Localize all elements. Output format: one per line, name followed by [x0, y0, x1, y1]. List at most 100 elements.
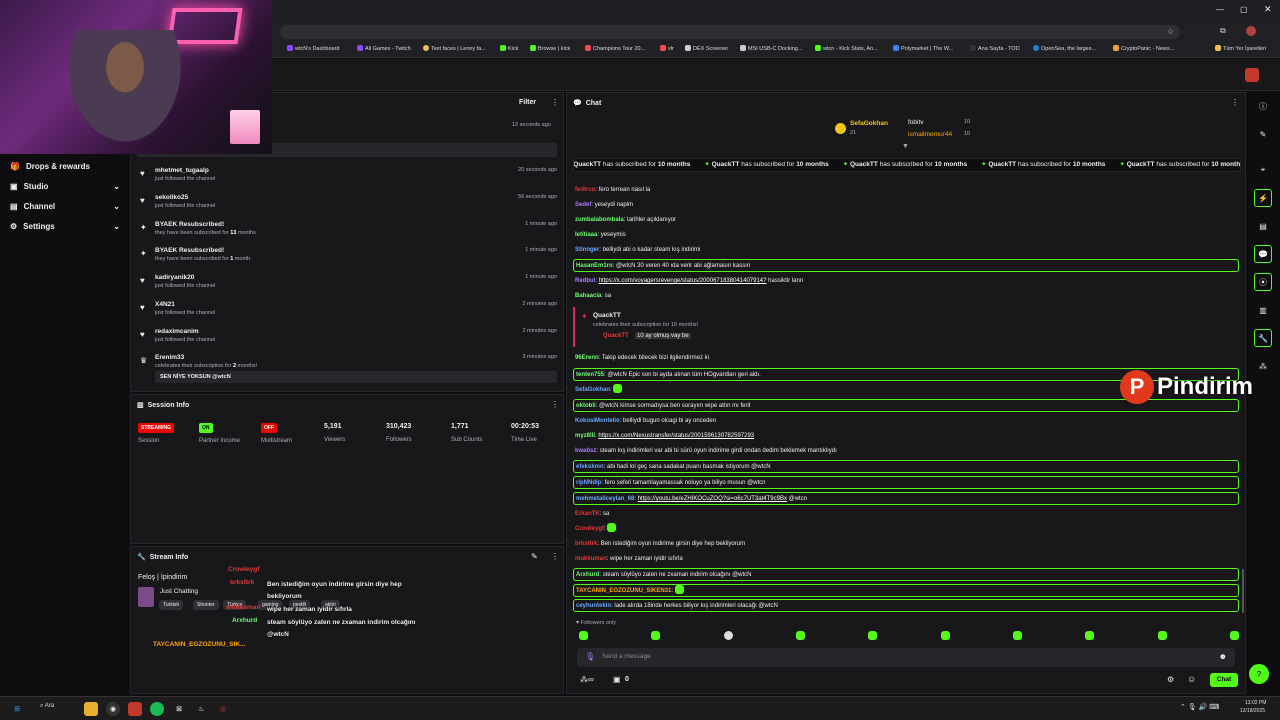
bank-icon[interactable]: ▥ — [1254, 301, 1272, 319]
help-chat-icon[interactable]: ? — [1249, 664, 1269, 684]
gift-icon[interactable]: ▣ — [613, 675, 621, 684]
bookmark-item[interactable]: CryptoPanic - News... — [1113, 45, 1174, 52]
sidebar-item-channel[interactable]: ▤ Channel ⌄ — [10, 202, 120, 211]
emoji-icon[interactable]: ☻ — [1219, 652, 1227, 661]
emote-icon[interactable] — [1012, 631, 1022, 640]
chat-username[interactable]: Redbul — [575, 278, 595, 284]
extensions-icon[interactable]: ⧉ — [1220, 26, 1226, 36]
scrollbar[interactable] — [1242, 569, 1244, 613]
stream-tag[interactable]: Shooter — [193, 600, 219, 610]
sidebar-item-settings[interactable]: ⚙ Settings ⌄ — [10, 222, 120, 231]
bookmark-item[interactable]: vlr — [660, 45, 674, 52]
chat-username[interactable]: Crowleygf — [575, 526, 604, 532]
valorant-icon[interactable]: ◎ — [216, 702, 230, 716]
profile-avatar[interactable] — [1246, 26, 1256, 36]
all-bookmarks[interactable]: Tüm Yer İşaretleri — [1215, 45, 1266, 52]
bookmark-item[interactable]: All Games - Twitch — [357, 45, 411, 52]
points-icon[interactable]: ⁂∞ — [580, 675, 594, 684]
bookmark-item[interactable]: Text faces | Lenny fa... — [423, 45, 486, 52]
bookmark-item[interactable]: wtcn - Kick Stats, An... — [815, 45, 878, 52]
lightning-icon[interactable]: ⚡ — [1254, 189, 1272, 207]
minimize-icon[interactable]: — — [1216, 5, 1224, 14]
broadcast-icon[interactable]: ⦿ — [1254, 273, 1272, 291]
chat-username[interactable]: tenten755 — [576, 372, 604, 378]
send-chat-button[interactable]: Chat — [1210, 673, 1238, 687]
bookmark-item[interactable]: Polymarket | The W... — [893, 45, 953, 52]
close-icon[interactable]: ✕ — [1264, 4, 1272, 15]
sidebar-item-studio[interactable]: ▣ Studio ⌄ — [10, 182, 120, 191]
bookmark-item[interactable]: wtcN's Dashboard — [287, 45, 339, 52]
more-icon[interactable]: ⋮ — [551, 98, 559, 107]
chat-username[interactable]: kwabsz — [575, 448, 596, 454]
emote-icon[interactable] — [940, 631, 950, 640]
pencil-icon[interactable]: ✎ — [1254, 125, 1272, 143]
filter-button[interactable]: Filter — [519, 99, 536, 106]
chrome-icon[interactable]: ◉ — [106, 702, 120, 716]
chat-username[interactable]: letitiaaa — [575, 232, 597, 238]
emote-icon[interactable] — [1229, 631, 1239, 640]
chat-username[interactable]: mukkuman — [575, 556, 607, 562]
spotify-icon[interactable] — [150, 702, 164, 716]
chat-username[interactable]: zumbalabombala — [575, 217, 624, 223]
emote-icon[interactable] — [579, 631, 588, 640]
chat-username[interactable]: HasanEm1ro — [576, 263, 613, 269]
chat-icon[interactable]: 💬 — [1254, 245, 1272, 263]
taskbar-search[interactable]: ⌕ Ara — [40, 703, 54, 710]
chat-link[interactable]: https://youtu.be/eZHIKOCuZOQ?si=o6c7UT3a… — [638, 496, 787, 502]
chat-link[interactable]: https://x.com/voyagersrevenge/status/200… — [599, 278, 767, 284]
chat-username[interactable]: oktobli — [576, 403, 596, 409]
chat-username[interactable]: mehmetaliceylan_68 — [576, 496, 634, 502]
steam-icon[interactable]: ♨ — [194, 702, 208, 716]
user-avatar[interactable] — [1245, 68, 1259, 82]
chat-username[interactable]: ripNNdip — [576, 480, 601, 486]
chat-username[interactable]: ErkanTK — [575, 511, 600, 517]
chat-username[interactable]: KokosiMontelio — [575, 418, 620, 424]
more-icon[interactable]: ⋮ — [1231, 98, 1239, 107]
emote-icon[interactable] — [795, 631, 805, 640]
edit-icon[interactable]: ✎ — [531, 552, 538, 561]
sidebar-item-drops[interactable]: 🎁 Drops & rewards — [10, 162, 120, 171]
chat-username[interactable]: Arxhurd — [576, 572, 599, 578]
target-icon[interactable]: ⌖ — [1254, 161, 1272, 179]
chat-username[interactable]: fedtrco — [575, 187, 595, 193]
more-icon[interactable]: ⋮ — [551, 400, 559, 409]
windows-start-icon[interactable]: ⊞ — [10, 702, 24, 716]
wrench-icon[interactable]: 🔧 — [1254, 329, 1272, 347]
chat-link[interactable]: https://x.com/Nexustransfer/status/20015… — [598, 433, 754, 439]
emote-icon[interactable] — [868, 631, 878, 640]
chat-username[interactable]: efekskmn — [576, 464, 604, 470]
address-input[interactable]: ☆ — [280, 25, 1180, 39]
chat-username[interactable]: myz8lli — [575, 433, 595, 439]
chat-username[interactable]: TAYCANIN_EGZOZUNU_SIKEN31 — [576, 588, 671, 594]
chat-username[interactable]: brksttrk — [575, 541, 597, 547]
xbox-icon[interactable]: ⊠ — [172, 702, 186, 716]
folder-icon[interactable] — [84, 702, 98, 716]
more-icon[interactable]: ⋮ — [551, 552, 559, 561]
bookmark-item[interactable]: Champions Tour 20... — [585, 45, 645, 52]
emote-icon[interactable] — [1157, 631, 1167, 640]
stream-tag[interactable]: Turkish — [159, 600, 184, 610]
bookmark-item[interactable]: OpenSea, the larges... — [1033, 45, 1096, 52]
bookmark-item[interactable]: DEX Screener — [685, 45, 728, 52]
chat-username[interactable]: Sedef — [575, 202, 591, 208]
bookmark-item[interactable]: Ana Sayfa - TOD — [970, 45, 1020, 52]
star-icon[interactable]: ☆ — [1167, 27, 1174, 36]
maximize-icon[interactable]: ▢ — [1240, 5, 1248, 14]
chat-input[interactable]: 🎙 Send a message ☻ — [577, 648, 1235, 667]
emote-icon[interactable] — [1085, 631, 1095, 640]
chat-username[interactable]: 96Erenn — [575, 355, 599, 361]
bookmark-item[interactable]: Browse | kick — [530, 45, 570, 52]
bookmark-item[interactable]: MSI USB-C Docking... — [740, 45, 802, 52]
info-icon[interactable]: ⓘ — [1254, 97, 1272, 115]
chat-username[interactable]: ceyhuntekin — [576, 603, 611, 609]
chat-username[interactable]: Bahaacia — [575, 293, 601, 299]
collapse-icon[interactable]: ▼ — [902, 143, 909, 150]
obs-icon[interactable] — [128, 702, 142, 716]
bookmark-item[interactable]: Kick — [500, 45, 518, 52]
share-icon[interactable]: ⁂ — [1254, 357, 1272, 375]
gear-icon[interactable]: ⚙ — [1167, 675, 1174, 684]
emote-menu-icon[interactable]: ☺ — [1187, 674, 1196, 684]
document-icon[interactable]: ▤ — [1254, 217, 1272, 235]
chat-username[interactable]: Stinnger — [575, 247, 599, 253]
emote-icon[interactable] — [651, 631, 661, 640]
